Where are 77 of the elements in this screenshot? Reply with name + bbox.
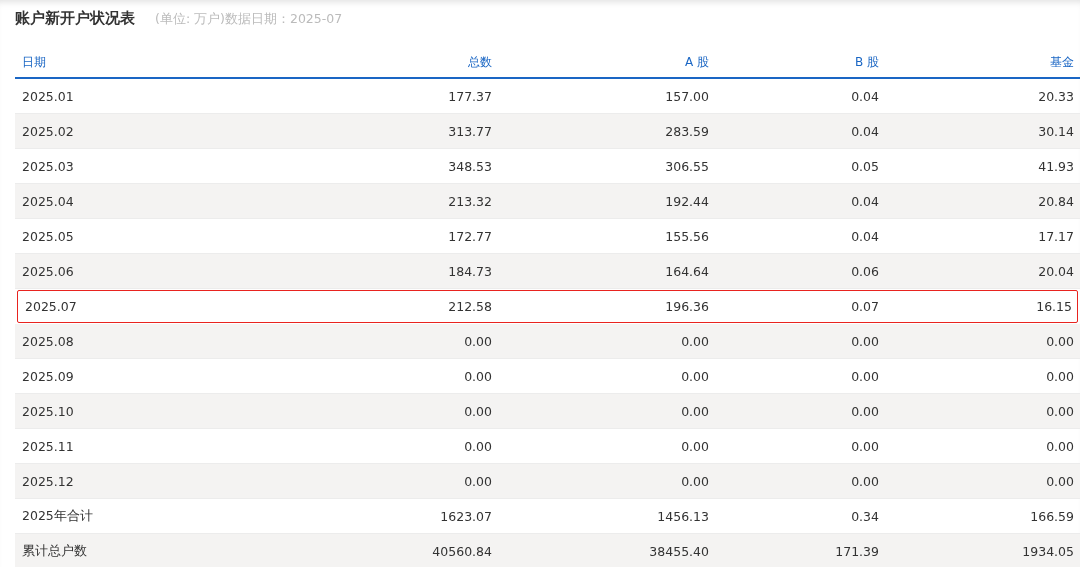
table-cell-text: 40560.84 [431, 543, 493, 559]
table-cell-text: 166.59 [1029, 508, 1075, 524]
table-cell-text: 0.04 [850, 193, 880, 209]
table-cell-text: 2025.05 [21, 228, 75, 244]
table-cell-text: 0.00 [680, 403, 710, 419]
table-cell-text: 0.00 [463, 438, 493, 454]
table-cell-text: 20.04 [1037, 263, 1075, 279]
column-header: A 股 [683, 53, 710, 71]
table-cell-text: 348.53 [447, 158, 493, 174]
table-cell-text: 2025.03 [21, 158, 75, 174]
table-cell-text: 0.00 [463, 333, 493, 349]
table-cell-text: 累计总户数 [21, 542, 88, 560]
table-cell-text: 38455.40 [648, 543, 710, 559]
column-header: B 股 [853, 53, 880, 71]
table-cell-text: 2025.09 [21, 368, 75, 384]
table-cell-text: 2025.02 [21, 123, 75, 139]
table-cell-text: 0.00 [463, 473, 493, 489]
table-cell-text: 313.77 [447, 123, 493, 139]
table-cell-text: 164.64 [664, 263, 710, 279]
table-cell-text: 0.00 [463, 403, 493, 419]
table-cell-text: 0.00 [680, 438, 710, 454]
table-cell-text: 0.00 [680, 333, 710, 349]
table-cell-text: 184.73 [447, 263, 493, 279]
table-cell-text: 17.17 [1037, 228, 1075, 244]
column-header: 日期 [21, 53, 47, 71]
table-cell-text: 0.00 [1045, 473, 1075, 489]
table-cell-text: 2025.06 [21, 263, 75, 279]
table-cell-text: 155.56 [664, 228, 710, 244]
table-cell-text: 2025年合计 [21, 507, 94, 525]
table-cell-text: 1456.13 [656, 508, 710, 524]
table-cell-text: 157.00 [664, 88, 710, 104]
table-cell-text: 0.00 [850, 473, 880, 489]
table-cell-text: 212.58 [447, 299, 493, 314]
table-cell-text: 2025.07 [24, 299, 78, 314]
table-cell-text: 0.05 [850, 158, 880, 174]
table-cell-text: 213.32 [447, 193, 493, 209]
table-cell-text: 2025.04 [21, 193, 75, 209]
table-cell-text: 2025.12 [21, 473, 75, 489]
table-cell-text: 192.44 [664, 193, 710, 209]
table-cell-text: 20.84 [1037, 193, 1075, 209]
table-cell-text: 0.00 [680, 368, 710, 384]
table-cell-text: 0.04 [850, 228, 880, 244]
table-cell-text: 2025.11 [21, 438, 75, 454]
table-cell-text: 1934.05 [1021, 543, 1075, 559]
table-cell-text: 20.33 [1037, 88, 1075, 104]
table-cell-text: 0.00 [463, 368, 493, 384]
table-cell-text: 0.00 [1045, 333, 1075, 349]
table-cell-text: 0.06 [850, 263, 880, 279]
table-cell-text: 172.77 [447, 228, 493, 244]
table-cell-text: 1623.07 [439, 508, 493, 524]
table-cell-text: 196.36 [664, 299, 710, 314]
table-cell-text: 0.00 [850, 333, 880, 349]
table-cell-text: 0.04 [850, 88, 880, 104]
table-cell-text: 0.07 [850, 299, 880, 314]
table-cell-text: 2025.01 [21, 88, 75, 104]
column-header: 基金 [1049, 53, 1075, 71]
table-cell-text: 30.14 [1037, 123, 1075, 139]
table-cell-text: 283.59 [664, 123, 710, 139]
table-cell-text: 0.00 [850, 368, 880, 384]
table-cell-text: 0.00 [1045, 403, 1075, 419]
column-header: 总数 [467, 53, 493, 71]
table-title: 账户新开户状况表 [15, 9, 135, 28]
table-cell-text: 16.15 [1035, 299, 1073, 314]
table-cell-text: 2025.10 [21, 403, 75, 419]
table-cell-text: 177.37 [447, 88, 493, 104]
table-cell-text: 0.00 [680, 473, 710, 489]
table-cell-text: 2025.08 [21, 333, 75, 349]
table-cell-text: 0.00 [850, 438, 880, 454]
table-cell-text: 0.34 [850, 508, 880, 524]
table-cell-text: 306.55 [664, 158, 710, 174]
table-cell-text: 0.00 [1045, 368, 1075, 384]
table-subtitle: (单位: 万户)数据日期：2025-07 [155, 11, 343, 28]
table-cell-text: 0.00 [1045, 438, 1075, 454]
table-cell-text: 0.00 [850, 403, 880, 419]
table-cell-text: 41.93 [1037, 158, 1075, 174]
table-cell-text: 171.39 [834, 543, 880, 559]
table-cell-text: 0.04 [850, 123, 880, 139]
